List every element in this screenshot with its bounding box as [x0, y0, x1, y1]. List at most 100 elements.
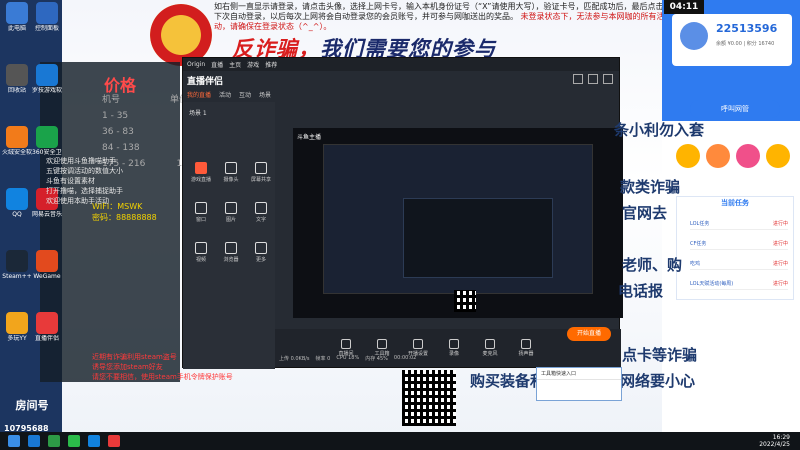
source-item[interactable]: 窗口: [187, 202, 215, 223]
qr-code-small: [454, 290, 476, 312]
task-row[interactable]: LOL天赋活动(每周) 进行中: [690, 278, 788, 290]
app-tab[interactable]: 场景: [259, 90, 271, 99]
maximize-icon[interactable]: [588, 74, 598, 84]
fraud-warning-line: 诱导您添加steam好友: [92, 363, 163, 371]
source-label: 窗口: [195, 217, 206, 223]
minimize-icon[interactable]: [573, 74, 583, 84]
warning-6: 点卡等诈骗: [622, 346, 698, 364]
bag-icon[interactable]: [766, 144, 790, 168]
app-menu-item[interactable]: 直播: [211, 60, 223, 69]
coin-icon[interactable]: [676, 144, 700, 168]
app-sidebar: 场景 1 游戏直播 摄像头 屏幕共享 窗口 图片 文字 视频 浏览器 更多: [183, 102, 275, 369]
user-balance: 余额 ¥0.00 | 积分 16740: [716, 41, 775, 47]
app-tab[interactable]: 互动: [239, 90, 251, 99]
toolbar-icon: [449, 339, 459, 349]
streaming-app-window: Origin 直播 主页 游戏 推荐 直播伴侣 我的直播 活动 互动 场景 场景 1 游戏直播…: [182, 57, 623, 369]
qq-icon[interactable]: [88, 435, 100, 447]
desktop-icon[interactable]: WeGame: [32, 250, 62, 280]
source-item[interactable]: 屏幕共享: [247, 162, 275, 183]
taskbar-time: 16:29: [772, 434, 790, 441]
desktop-icon[interactable]: QQ: [2, 188, 32, 218]
desktop-icon[interactable]: 此电脑: [2, 2, 32, 32]
source-item[interactable]: 图片: [217, 202, 245, 223]
app-icon: [6, 312, 28, 334]
desktop-icon[interactable]: 直播伴侣: [32, 312, 62, 342]
desktop-icon-label: 此电脑: [7, 25, 26, 32]
app-logo: 直播伴侣: [187, 77, 224, 87]
toolbar-icon: [377, 339, 387, 349]
task-name: CF任务: [690, 241, 707, 247]
desktop-icon[interactable]: 控制面板: [32, 2, 62, 32]
live-app-icon[interactable]: [108, 435, 120, 447]
task-status: 进行中: [772, 281, 788, 287]
source-icon: [225, 202, 237, 214]
price-cell: 机号: [102, 95, 121, 105]
source-label: 屏幕共享: [250, 177, 271, 183]
app-tab[interactable]: 我的直播: [187, 90, 211, 99]
desktop-icon-label: 网易云音乐: [32, 211, 62, 218]
source-icon: [255, 202, 267, 214]
desktop-icon[interactable]: 罗技游戏软件: [32, 64, 62, 94]
task-name: LOL任务: [690, 221, 710, 227]
app-icon: [36, 126, 58, 148]
source-label: 文字: [255, 217, 266, 223]
toolbox-dialog[interactable]: 工具箱快速入口: [536, 367, 622, 401]
panel-clock: 04:11: [664, 0, 704, 14]
task-status: 进行中: [772, 221, 788, 227]
task-name: LOL天赋活动(每周): [690, 281, 734, 287]
desktop-icon[interactable]: 多玩YY: [2, 312, 32, 342]
source-item[interactable]: 更多: [247, 242, 275, 263]
app-icon: [36, 312, 58, 334]
source-item[interactable]: 视频: [187, 242, 215, 263]
desktop-screen: 如右侧一直显示请登录，请点击头像，选择上网卡号，输入本机身份证号（“X”请使用大…: [0, 0, 800, 450]
app-icon: [6, 250, 28, 272]
desktop-icon[interactable]: 回收站: [2, 64, 32, 94]
source-item[interactable]: 游戏直播: [187, 162, 215, 183]
app-menu-item[interactable]: 游戏: [247, 60, 259, 69]
app-title-bar: Origin 直播 主页 游戏 推荐: [183, 58, 619, 71]
source-label: 视频: [195, 257, 206, 263]
source-item[interactable]: 摄像头: [217, 162, 245, 183]
task-row[interactable]: LOL任务 进行中: [690, 218, 788, 230]
taskbar: 16:29 2022/4/25: [0, 432, 800, 450]
task-row[interactable]: 吃鸡 进行中: [690, 258, 788, 270]
app-menu-item[interactable]: 推荐: [265, 60, 277, 69]
source-label: 更多: [255, 257, 266, 263]
gift-icon[interactable]: [706, 144, 730, 168]
qr-code: [402, 370, 456, 426]
app-menu-item[interactable]: 主页: [229, 60, 241, 69]
task-row[interactable]: CF任务 进行中: [690, 238, 788, 250]
chrome-icon[interactable]: [48, 435, 60, 447]
desktop-icon[interactable]: 360安全卫士: [32, 126, 62, 156]
wechat-icon[interactable]: [68, 435, 80, 447]
source-item[interactable]: 浏览器: [217, 242, 245, 263]
logitech-icon[interactable]: [28, 435, 40, 447]
app-icon: [6, 126, 28, 148]
desktop-icon-label: 罗技游戏软件: [32, 87, 62, 94]
start-live-button[interactable]: 开始直播: [567, 327, 611, 341]
desktop-icon[interactable]: Steam++: [2, 250, 32, 280]
desktop-icon-label: 360安全卫士: [32, 149, 62, 156]
warning-5: 电话报: [618, 282, 664, 300]
overlay-notice: 欢迎使用斗鱼撸喵助手: [46, 157, 116, 165]
taskbar-date: 2022/4/25: [759, 441, 790, 448]
warning-4: 老师、购: [622, 256, 683, 274]
warning-3: 官网去: [622, 204, 668, 222]
source-icon: [195, 162, 207, 174]
source-item[interactable]: 文字: [247, 202, 275, 223]
source-label: 浏览器: [223, 257, 239, 263]
task-status: 进行中: [772, 261, 788, 267]
source-icon: [225, 162, 237, 174]
start-icon[interactable]: [8, 435, 20, 447]
fraud-warning-line: 请您不要相信，使用steam手机令牌保护账号: [92, 373, 233, 381]
close-icon[interactable]: [603, 74, 613, 84]
call-admin-button[interactable]: 呼叫网管: [690, 100, 780, 118]
task-title: 当前任务: [721, 199, 749, 207]
app-tab[interactable]: 活动: [219, 90, 231, 99]
app-menu-item[interactable]: Origin: [187, 61, 205, 68]
diamond-icon[interactable]: [736, 144, 760, 168]
status-item: 上传 0.0KB/s: [279, 356, 310, 362]
desktop-icon[interactable]: 火绒安全软件: [2, 126, 32, 156]
avatar[interactable]: [680, 22, 708, 50]
source-icon: [255, 162, 267, 174]
